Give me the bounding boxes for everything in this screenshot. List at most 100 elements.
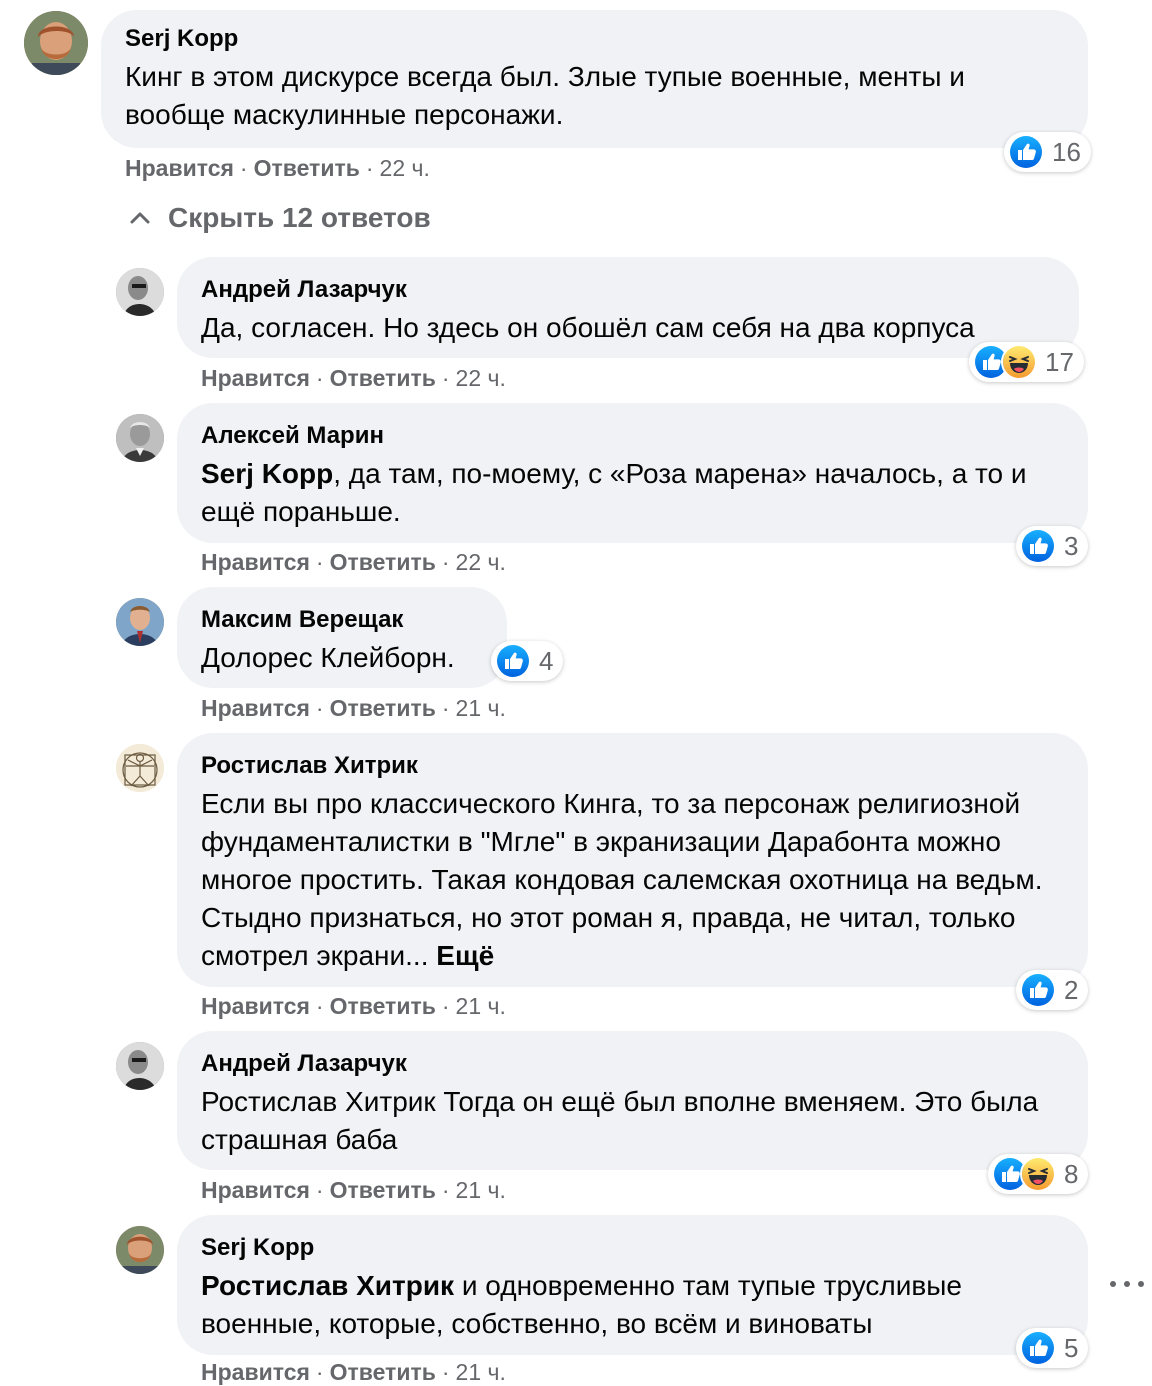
reaction-count: 8 <box>1064 1158 1079 1189</box>
reaction-summary[interactable]: 8 <box>988 1154 1089 1194</box>
reply-button[interactable]: Ответить <box>330 549 436 575</box>
chevron-up-icon <box>130 212 150 224</box>
see-more-link[interactable]: Ещё <box>436 940 494 971</box>
avatar-photo <box>116 268 164 316</box>
avatar[interactable] <box>116 744 164 792</box>
reply-button[interactable]: Ответить <box>330 1359 436 1385</box>
separator: · <box>315 695 324 721</box>
separator: · <box>315 1177 324 1203</box>
reply-text-body: Если вы про классического Кинга, то за п… <box>201 788 1043 971</box>
avatar[interactable] <box>116 1226 164 1274</box>
timestamp[interactable]: 21 ч. <box>456 695 506 721</box>
avatar[interactable] <box>116 598 164 646</box>
timestamp[interactable]: 22 ч. <box>380 155 430 181</box>
like-button[interactable]: Нравится <box>201 549 310 575</box>
separator: · <box>239 155 248 181</box>
reply-text: Serj Kopp, да там, по-моему, с «Роза мар… <box>201 455 1064 531</box>
haha-reaction-icon <box>1020 1156 1056 1192</box>
reply-author[interactable]: Андрей Лазарчук <box>201 275 1055 305</box>
more-options-button[interactable] <box>1110 1272 1144 1296</box>
reaction-summary[interactable]: 17 <box>969 342 1084 382</box>
timestamp[interactable]: 22 ч. <box>456 365 506 391</box>
reply-author[interactable]: Андрей Лазарчук <box>201 1049 1064 1079</box>
timestamp[interactable]: 22 ч. <box>456 549 506 575</box>
avatar-photo <box>116 598 164 646</box>
reaction-summary[interactable]: 3 <box>1016 526 1089 566</box>
separator: · <box>315 1359 324 1385</box>
reply-button[interactable]: Ответить <box>330 695 436 721</box>
reaction-summary[interactable]: 5 <box>1016 1328 1089 1368</box>
more-dot-icon <box>1138 1281 1144 1287</box>
avatar-photo <box>116 414 164 462</box>
separator: · <box>315 549 324 575</box>
reply-bubble: Андрей Лазарчук Да, согласен. Но здесь о… <box>177 257 1079 358</box>
avatar-photo <box>116 744 164 792</box>
separator: · <box>441 1177 450 1203</box>
more-dot-icon <box>1124 1281 1130 1287</box>
like-reaction-icon <box>1020 972 1056 1008</box>
reply-text: Да, согласен. Но здесь он обошёл сам себ… <box>201 312 975 343</box>
reply-author[interactable]: Максим Верещак <box>201 605 483 635</box>
separator: · <box>441 549 450 575</box>
reply-actions: Нравится · Ответить · 22 ч. <box>201 548 506 576</box>
timestamp[interactable]: 21 ч. <box>456 1177 506 1203</box>
comment-actions: Нравится · Ответить · 22 ч. <box>125 154 430 182</box>
like-reaction-icon <box>1020 528 1056 564</box>
comment-text: Кинг в этом дискурсе всегда был. Злые ту… <box>125 61 965 130</box>
comment-bubble: Serj Kopp Кинг в этом дискурсе всегда бы… <box>101 10 1088 148</box>
separator: · <box>441 993 450 1019</box>
reply-actions: Нравится · Ответить · 21 ч. <box>201 1358 506 1386</box>
reply-author[interactable]: Ростислав Хитрик <box>201 751 1064 781</box>
separator: · <box>441 365 450 391</box>
reaction-count: 3 <box>1064 530 1079 561</box>
separator: · <box>315 993 324 1019</box>
like-button[interactable]: Нравится <box>125 155 234 181</box>
like-reaction-icon <box>1008 134 1044 170</box>
like-button[interactable]: Нравится <box>201 695 310 721</box>
reply-text: Если вы про классического Кинга, то за п… <box>201 785 1064 975</box>
more-dot-icon <box>1110 1281 1116 1287</box>
timestamp[interactable]: 21 ч. <box>456 1359 506 1385</box>
like-reaction-icon <box>495 643 531 679</box>
separator: · <box>441 695 450 721</box>
reply-author[interactable]: Serj Kopp <box>201 1233 1064 1263</box>
reply-actions: Нравится · Ответить · 21 ч. <box>201 1176 506 1204</box>
reply-button[interactable]: Ответить <box>330 993 436 1019</box>
reaction-summary[interactable]: 4 <box>491 641 564 681</box>
like-button[interactable]: Нравится <box>201 993 310 1019</box>
reaction-summary[interactable]: 16 <box>1004 132 1091 172</box>
avatar-photo <box>24 11 88 75</box>
like-button[interactable]: Нравится <box>201 1359 310 1385</box>
avatar[interactable] <box>116 414 164 462</box>
reply-button[interactable]: Ответить <box>254 155 360 181</box>
like-button[interactable]: Нравится <box>201 1177 310 1203</box>
reply-bubble: Максим Верещак Долорес Клейборн. <box>177 587 507 688</box>
timestamp[interactable]: 21 ч. <box>456 993 506 1019</box>
reaction-count: 16 <box>1052 136 1081 167</box>
mention-link[interactable]: Ростислав Хитрик <box>201 1270 454 1301</box>
avatar[interactable] <box>116 1042 164 1090</box>
reply-text: Ростислав Хитрик Тогда он ещё был вполне… <box>201 1086 1039 1155</box>
reaction-summary[interactable]: 2 <box>1016 970 1089 1010</box>
avatar-photo <box>116 1042 164 1090</box>
reaction-count: 4 <box>539 645 554 676</box>
hide-replies-button[interactable]: Скрыть 12 ответов <box>126 198 431 238</box>
reply-actions: Нравится · Ответить · 21 ч. <box>201 992 506 1020</box>
reply-author[interactable]: Алексей Марин <box>201 421 1064 451</box>
reply-button[interactable]: Ответить <box>330 1177 436 1203</box>
avatar-photo <box>116 1226 164 1274</box>
reaction-count: 5 <box>1064 1332 1079 1363</box>
mention-link[interactable]: Serj Kopp <box>201 458 333 489</box>
hide-replies-label: Скрыть 12 ответов <box>168 202 431 233</box>
avatar[interactable] <box>116 268 164 316</box>
reply-actions: Нравится · Ответить · 22 ч. <box>201 364 506 392</box>
separator: · <box>441 1359 450 1385</box>
reply-actions: Нравится · Ответить · 21 ч. <box>201 694 506 722</box>
reaction-count: 2 <box>1064 974 1079 1005</box>
comment-author[interactable]: Serj Kopp <box>125 24 1064 54</box>
like-button[interactable]: Нравится <box>201 365 310 391</box>
reply-button[interactable]: Ответить <box>330 365 436 391</box>
avatar[interactable] <box>24 11 88 75</box>
reply-bubble: Андрей Лазарчук Ростислав Хитрик Тогда о… <box>177 1031 1088 1170</box>
separator: · <box>365 155 374 181</box>
